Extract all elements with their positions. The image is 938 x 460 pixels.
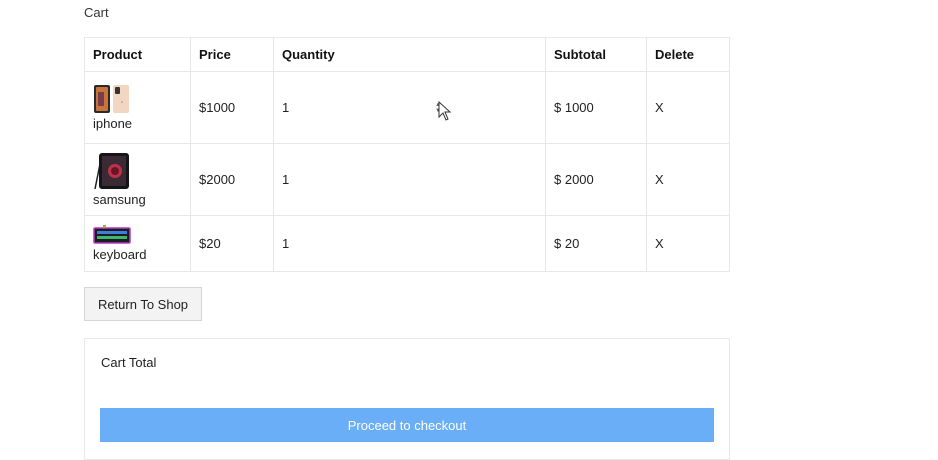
header-quantity: Quantity (273, 37, 546, 72)
cart-total-title: Cart Total (101, 355, 157, 370)
product-name: keyboard (93, 247, 147, 262)
cart-table: Product Price Quantity Subtotal Delete i… (84, 37, 730, 272)
product-name: iphone (93, 116, 133, 131)
header-product: Product (84, 37, 191, 72)
product-cell: keyboard (84, 215, 191, 272)
header-delete: Delete (646, 37, 730, 72)
table-header-row: Product Price Quantity Subtotal Delete (84, 37, 730, 72)
subtotal-cell: $ 20 (545, 215, 647, 272)
table-row: keyboard $20 1 $ 20 X (84, 215, 730, 272)
subtotal-cell: $ 2000 (545, 143, 647, 216)
delete-button[interactable]: X (646, 71, 730, 144)
table-row: iphone $1000 1 ▲ ▼ $ 1000 X (84, 71, 730, 144)
quantity-value: 1 (282, 236, 290, 251)
header-subtotal: Subtotal (545, 37, 647, 72)
quantity-input[interactable]: 1 (273, 215, 546, 272)
quantity-input[interactable]: 1 ▲ ▼ (273, 71, 546, 144)
header-price: Price (190, 37, 274, 72)
quantity-input[interactable]: 1 (273, 143, 546, 216)
product-name: samsung (93, 192, 146, 207)
price-cell: $2000 (190, 143, 274, 216)
keyboard-image (93, 225, 131, 244)
proceed-to-checkout-button[interactable]: Proceed to checkout (100, 408, 714, 442)
product-cell: iphone (84, 71, 191, 144)
return-to-shop-button[interactable]: Return To Shop (84, 287, 202, 321)
subtotal-cell: $ 1000 (545, 71, 647, 144)
breadcrumb: Cart (84, 5, 109, 20)
samsung-phone-image (94, 153, 129, 190)
price-cell: $20 (190, 215, 274, 272)
quantity-value: 1 (282, 100, 290, 115)
product-cell: samsung (84, 143, 191, 216)
price-cell: $1000 (190, 71, 274, 144)
iphone-image (94, 85, 129, 113)
delete-button[interactable]: X (646, 215, 730, 272)
table-row: samsung $2000 1 $ 2000 X (84, 143, 730, 216)
cart-total-panel: Cart Total Proceed to checkout (84, 338, 730, 460)
mouse-cursor-icon (438, 101, 452, 121)
delete-button[interactable]: X (646, 143, 730, 216)
quantity-value: 1 (282, 172, 290, 187)
